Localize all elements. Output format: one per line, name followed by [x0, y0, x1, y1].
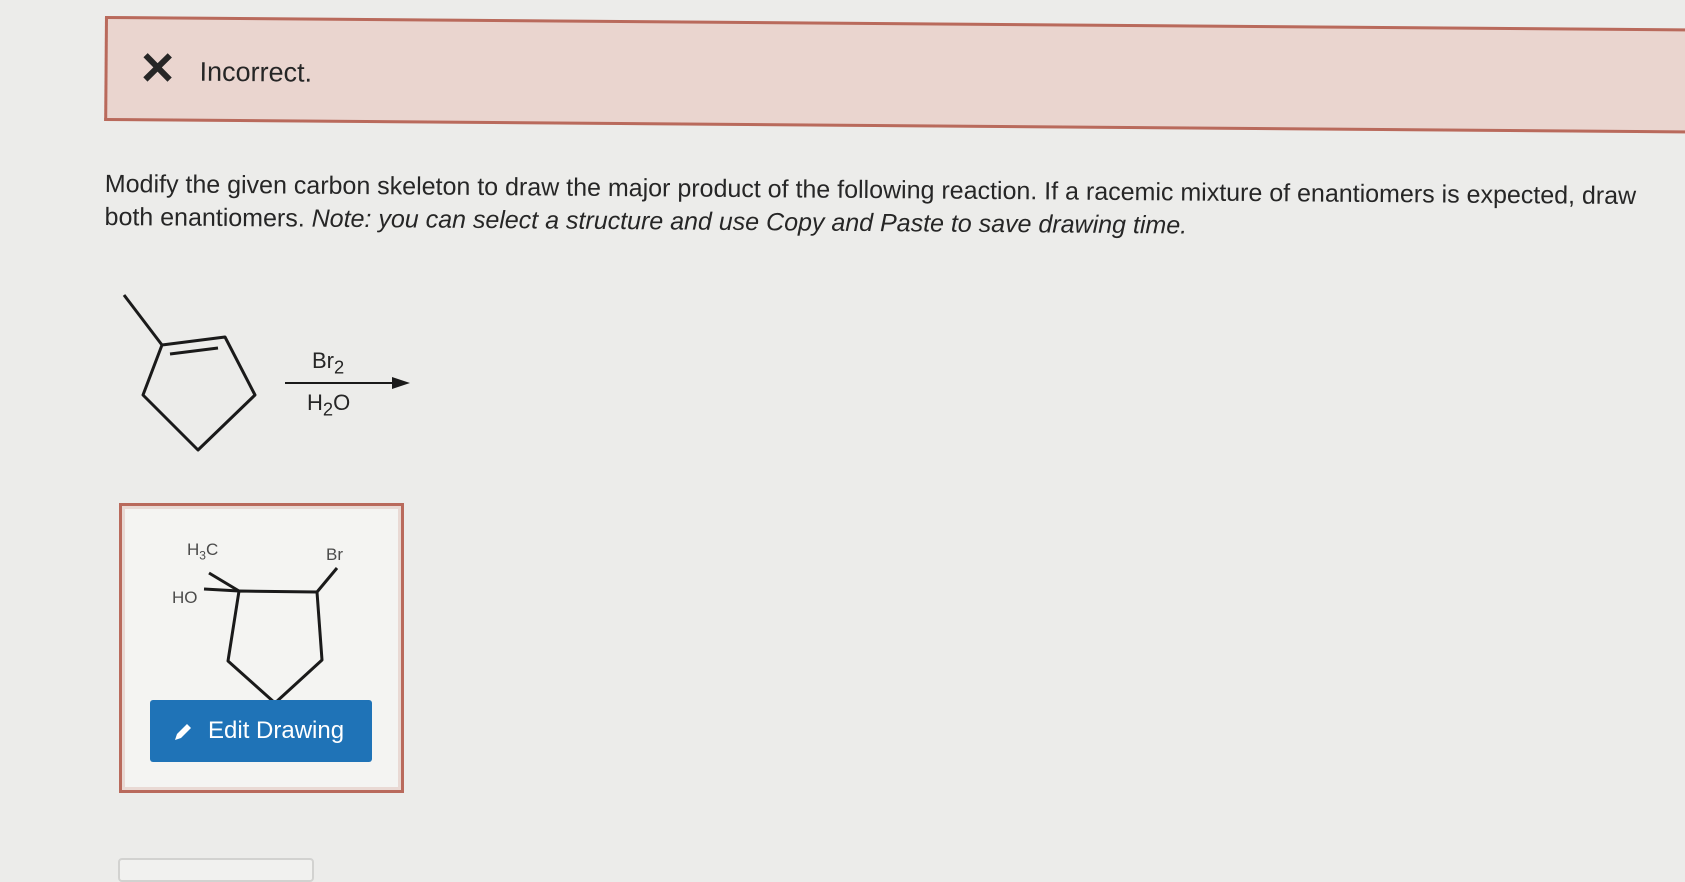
reagent-top: Br2: [312, 348, 345, 378]
question-prompt: Modify the given carbon skeleton to draw…: [104, 168, 1664, 246]
arrow-head: [392, 377, 410, 389]
feedback-banner: Incorrect.: [104, 16, 1685, 134]
bromine-label: Br: [326, 545, 343, 564]
reactant-structure: [122, 294, 257, 452]
next-panel-stub: [118, 858, 314, 882]
hydroxyl-label: HO: [172, 588, 198, 607]
reagent-bottom: H2O: [307, 390, 351, 420]
edit-drawing-label: Edit Drawing: [208, 717, 345, 744]
feedback-status: Incorrect.: [199, 56, 313, 88]
edit-drawing-button[interactable]: Edit Drawing: [150, 700, 372, 762]
pencil-icon: [175, 724, 191, 740]
x-icon: [143, 53, 172, 82]
reaction-scheme: [122, 294, 410, 452]
methyl-label: H3C: [187, 540, 219, 563]
question-note: Note: you can select a structure and use…: [311, 204, 1188, 240]
